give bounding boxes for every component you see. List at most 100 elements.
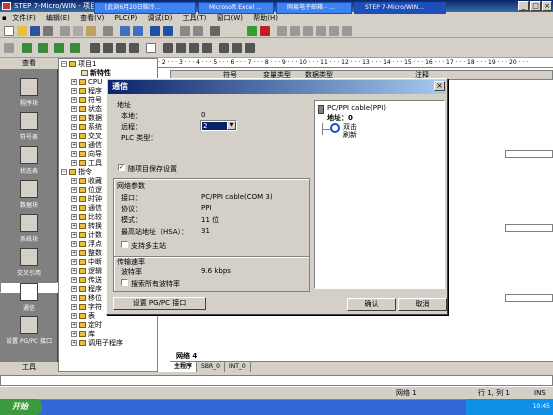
nav-data-block[interactable]: 数据块 xyxy=(0,180,58,209)
network-comment-box[interactable] xyxy=(505,150,553,158)
close-icon[interactable]: × xyxy=(434,81,445,91)
tree-item[interactable]: + 向导 xyxy=(71,150,102,158)
nav-program-block[interactable]: 程序块 xyxy=(0,78,58,107)
download-icon[interactable] xyxy=(163,26,173,36)
tree-item[interactable]: + 调用子程序 xyxy=(71,339,123,347)
close-window-button[interactable]: × xyxy=(542,1,552,11)
nav-system-block[interactable]: 系统块 xyxy=(0,214,58,243)
save-icon[interactable] xyxy=(30,26,40,36)
upload-icon[interactable] xyxy=(150,26,160,36)
maximize-button[interactable]: □ xyxy=(530,1,541,11)
tree-item[interactable]: + 字符 xyxy=(71,303,102,311)
tree-item[interactable]: + 通信 xyxy=(71,141,102,149)
tree-item[interactable]: + 逻辑 xyxy=(71,267,102,275)
zoom-icon[interactable] xyxy=(146,43,156,53)
tree-item[interactable]: − 项目1 xyxy=(61,60,96,68)
read-all-icon[interactable] xyxy=(342,26,352,36)
menu-app-icon[interactable]: ▪ xyxy=(0,12,7,24)
bookmark-icon[interactable] xyxy=(116,43,126,53)
insert-network-icon[interactable] xyxy=(90,43,100,53)
tree-item[interactable]: + 交叉 xyxy=(71,132,102,140)
nav-communications[interactable]: 通信 xyxy=(0,282,58,312)
refresh-label[interactable]: 刷新 xyxy=(343,130,357,140)
tree-item[interactable]: + 中断 xyxy=(71,258,102,266)
toggle-symbol-icon[interactable] xyxy=(70,43,80,53)
network-comment-box[interactable] xyxy=(505,294,553,302)
tree-item[interactable]: + 工具 xyxy=(71,159,102,167)
cancel-button[interactable]: 取消 xyxy=(398,298,447,311)
menu-file[interactable]: 文件(F) xyxy=(8,12,40,24)
nav-set-pgpc[interactable]: 设置 PG/PC 接口 xyxy=(0,316,58,345)
save-with-project-checkbox[interactable]: ✓ xyxy=(118,164,125,171)
tree-item[interactable]: + 移位 xyxy=(71,294,102,302)
toggle-output-icon[interactable] xyxy=(38,43,48,53)
coil-icon[interactable] xyxy=(232,43,242,53)
tree-item[interactable]: + 程序 xyxy=(71,87,102,95)
print-icon[interactable] xyxy=(43,26,53,36)
tree-item[interactable]: + 转换 xyxy=(71,222,102,230)
tree-item[interactable]: + 符号 xyxy=(71,96,102,104)
paste-icon[interactable] xyxy=(86,26,96,36)
tree-item[interactable]: + 程序 xyxy=(71,285,102,293)
tree-item[interactable]: + 比较 xyxy=(71,213,102,221)
remote-address-select[interactable]: 2 ▼ xyxy=(200,120,237,131)
multimaster-checkbox[interactable] xyxy=(121,241,128,248)
nav-symbol-table[interactable]: 符号表 xyxy=(0,112,58,141)
line-right-icon[interactable] xyxy=(202,43,212,53)
status-monitor-icon[interactable] xyxy=(277,26,287,36)
set-pgpc-interface-button[interactable]: 设置 PG/PC 接口 xyxy=(113,297,206,310)
menu-edit[interactable]: 编辑(E) xyxy=(42,12,74,24)
line-up-icon[interactable] xyxy=(176,43,186,53)
tree-item[interactable]: + 计数 xyxy=(71,231,102,239)
search-all-checkbox[interactable] xyxy=(121,279,128,286)
sort-asc-icon[interactable] xyxy=(180,26,190,36)
tree-item[interactable]: + 传送 xyxy=(71,276,102,284)
sort-desc-icon[interactable] xyxy=(193,26,203,36)
refresh-icon[interactable] xyxy=(330,123,340,133)
task-step7[interactable]: STEP 7-Micro/WIN… xyxy=(354,2,446,14)
start-button[interactable]: 开始 xyxy=(0,399,42,415)
compile-icon[interactable] xyxy=(120,26,130,36)
toggle-nav-icon[interactable] xyxy=(4,43,14,53)
tab-int0[interactable]: INT_0 xyxy=(225,362,251,372)
unforce-icon[interactable] xyxy=(329,26,339,36)
toggle-status-icon[interactable] xyxy=(54,43,64,53)
tree-item[interactable]: + 状态 xyxy=(71,105,102,113)
tree-item[interactable]: + 库 xyxy=(71,330,95,338)
ok-button[interactable]: 确认 xyxy=(347,298,396,311)
tab-sbr0[interactable]: SBR_0 xyxy=(197,362,225,372)
copy-icon[interactable] xyxy=(73,26,83,36)
tree-item[interactable]: + 收藏 xyxy=(71,177,102,185)
task-excel[interactable]: Microsoft Excel … xyxy=(198,2,274,14)
tree-item[interactable]: + 浮点 xyxy=(71,240,102,248)
force-icon[interactable] xyxy=(316,26,326,36)
box-icon[interactable] xyxy=(245,43,255,53)
run-icon[interactable] xyxy=(247,26,257,36)
minimize-button[interactable]: _ xyxy=(518,1,529,11)
tree-item[interactable]: 新特性 xyxy=(81,69,111,77)
open-icon[interactable] xyxy=(17,26,27,36)
tree-item[interactable]: + 时钟 xyxy=(71,195,102,203)
tree-item[interactable]: + CPU xyxy=(71,78,102,86)
line-left-icon[interactable] xyxy=(189,43,199,53)
tree-item[interactable]: + 数据 xyxy=(71,114,102,122)
chevron-down-icon[interactable]: ▼ xyxy=(227,121,236,130)
trend-icon[interactable] xyxy=(290,26,300,36)
tree-item[interactable]: − 指令 xyxy=(61,168,92,176)
output-window[interactable] xyxy=(0,375,553,386)
nav-status-chart[interactable]: 状态表 xyxy=(0,146,58,175)
tree-item[interactable]: + 表 xyxy=(71,312,95,320)
undo-icon[interactable] xyxy=(103,26,113,36)
tree-item[interactable]: + 定时 xyxy=(71,321,102,329)
tab-main[interactable]: 主程序 xyxy=(170,362,198,372)
line-down-icon[interactable] xyxy=(163,43,173,53)
tree-item[interactable]: + 整数 xyxy=(71,249,102,257)
task-browser[interactable]: [此刻6月20日脑冷… xyxy=(94,2,196,14)
cut-icon[interactable] xyxy=(60,26,70,36)
delete-network-icon[interactable] xyxy=(103,43,113,53)
tree-item[interactable]: + 位逻 xyxy=(71,186,102,194)
pause-icon[interactable] xyxy=(303,26,313,36)
toggle-tree-icon[interactable] xyxy=(22,43,32,53)
tree-item[interactable]: + 系统 xyxy=(71,123,102,131)
compile-all-icon[interactable] xyxy=(133,26,143,36)
